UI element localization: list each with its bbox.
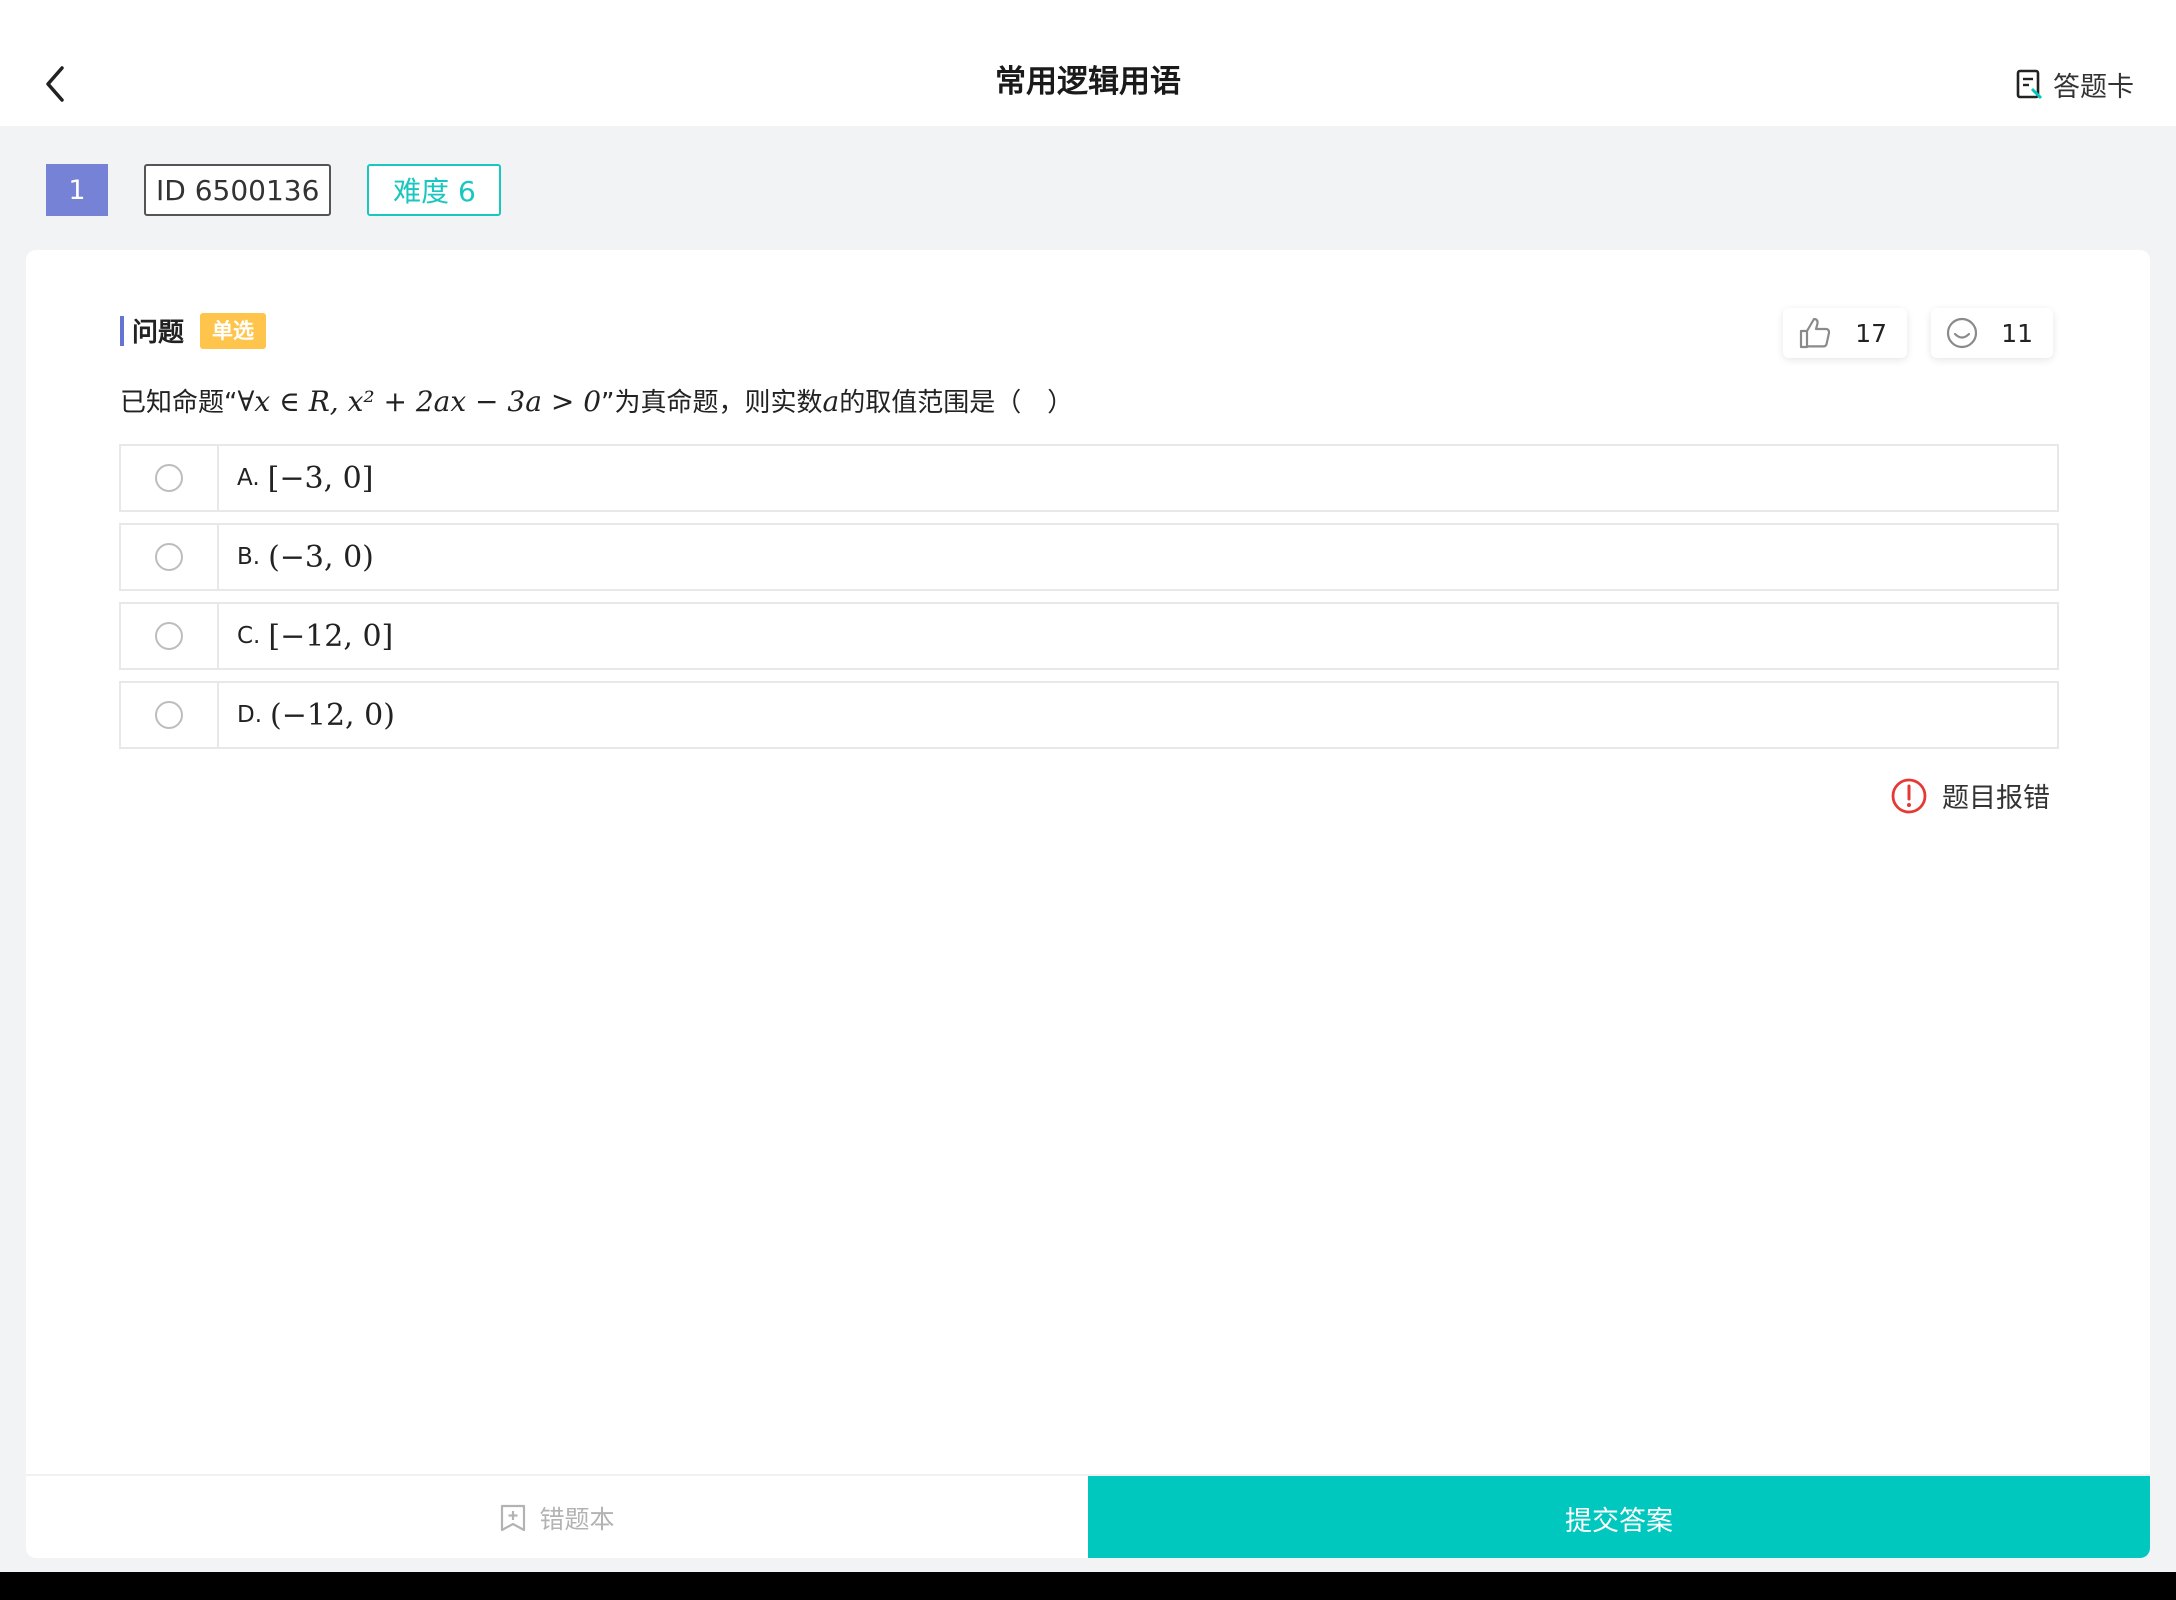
question-number-badge: 1 — [46, 164, 108, 216]
smiley-icon — [1946, 317, 1978, 349]
option-a-letter: A. — [237, 465, 260, 491]
section-accent-bar — [120, 315, 124, 346]
option-d-value: (−12, 0) — [270, 697, 395, 733]
option-d-letter: D. — [237, 702, 263, 728]
top-bar: 常用逻辑用语 答题卡 — [0, 0, 2176, 126]
question-meta: 1 ID 6500136 难度 6 — [46, 164, 502, 216]
exclamation-circle-icon — [1891, 778, 1927, 813]
option-c-letter: C. — [237, 623, 261, 649]
option-b[interactable]: B. (−3, 0) — [119, 523, 2059, 591]
option-c-body: C. [−12, 0] — [219, 604, 393, 668]
wrongbook-button[interactable]: 错题本 — [26, 1476, 1088, 1558]
answer-card-label: 答题卡 — [2053, 71, 2134, 103]
answer-card-button[interactable]: 答题卡 — [2015, 64, 2134, 104]
like-button[interactable]: 17 — [1783, 308, 1907, 358]
option-b-radio[interactable] — [155, 543, 183, 571]
option-a-value: [−3, 0] — [267, 460, 374, 496]
option-a-radio[interactable] — [155, 464, 183, 492]
option-d-radio-cell — [121, 683, 219, 747]
option-c-radio[interactable] — [155, 622, 183, 650]
question-variable: a — [822, 385, 840, 418]
option-a[interactable]: A. [−3, 0] — [119, 444, 2059, 512]
question-text: 已知命题“∀x ∈ R, x² + 2ax − 3a > 0”为真命题，则实数a… — [120, 378, 1073, 427]
option-c-radio-cell — [121, 604, 219, 668]
option-c-value: [−12, 0] — [268, 618, 394, 654]
option-b-letter: B. — [237, 544, 261, 570]
option-b-value: (−3, 0) — [268, 539, 374, 575]
question-header: 问题 单选 — [120, 312, 267, 349]
option-b-body: B. (−3, 0) — [219, 525, 374, 589]
option-a-body: A. [−3, 0] — [219, 446, 373, 510]
report-error-button[interactable]: 题目报错 — [1890, 776, 2050, 815]
option-a-radio-cell — [121, 446, 219, 510]
thumbs-up-icon — [1799, 317, 1831, 349]
answer-sheet-icon — [2016, 69, 2043, 100]
bottom-action-bar: 错题本 提交答案 — [26, 1474, 2150, 1558]
option-b-radio-cell — [121, 525, 219, 589]
question-text-mid: ”为真命题，则实数 — [601, 388, 823, 418]
difficulty-badge: 难度 6 — [367, 164, 502, 216]
reaction-button[interactable]: 11 — [1931, 308, 2053, 358]
wrongbook-label: 错题本 — [539, 1505, 615, 1534]
system-navigation-strip — [0, 1572, 2176, 1600]
like-count: 17 — [1855, 318, 1887, 348]
reaction-count: 11 — [2001, 318, 2033, 348]
question-card: 问题 单选 17 11 已知命题“∀x ∈ R, x² + 2ax − 3a >… — [26, 250, 2150, 1558]
question-text-suffix: 的取值范围是（ ） — [839, 388, 1074, 418]
options-list: A. [−3, 0] B. (−3, 0) C. [−12, 0] D. (−1… — [119, 444, 2059, 760]
question-text-prefix: 已知命题“ — [120, 388, 238, 418]
question-type-badge: 单选 — [200, 312, 267, 349]
question-id-badge: ID 6500136 — [144, 164, 332, 216]
option-d[interactable]: D. (−12, 0) — [119, 681, 2059, 749]
page-title: 常用逻辑用语 — [995, 64, 1181, 100]
option-d-radio[interactable] — [155, 701, 183, 729]
option-d-body: D. (−12, 0) — [219, 683, 395, 747]
option-c[interactable]: C. [−12, 0] — [119, 602, 2059, 670]
report-error-label: 题目报错 — [1942, 783, 2050, 814]
section-label: 问题 — [132, 318, 185, 348]
question-formula: ∀x ∈ R, x² + 2ax − 3a > 0 — [237, 385, 602, 418]
bookmark-add-icon — [501, 1504, 526, 1532]
submit-answer-button[interactable]: 提交答案 — [1088, 1476, 2150, 1558]
